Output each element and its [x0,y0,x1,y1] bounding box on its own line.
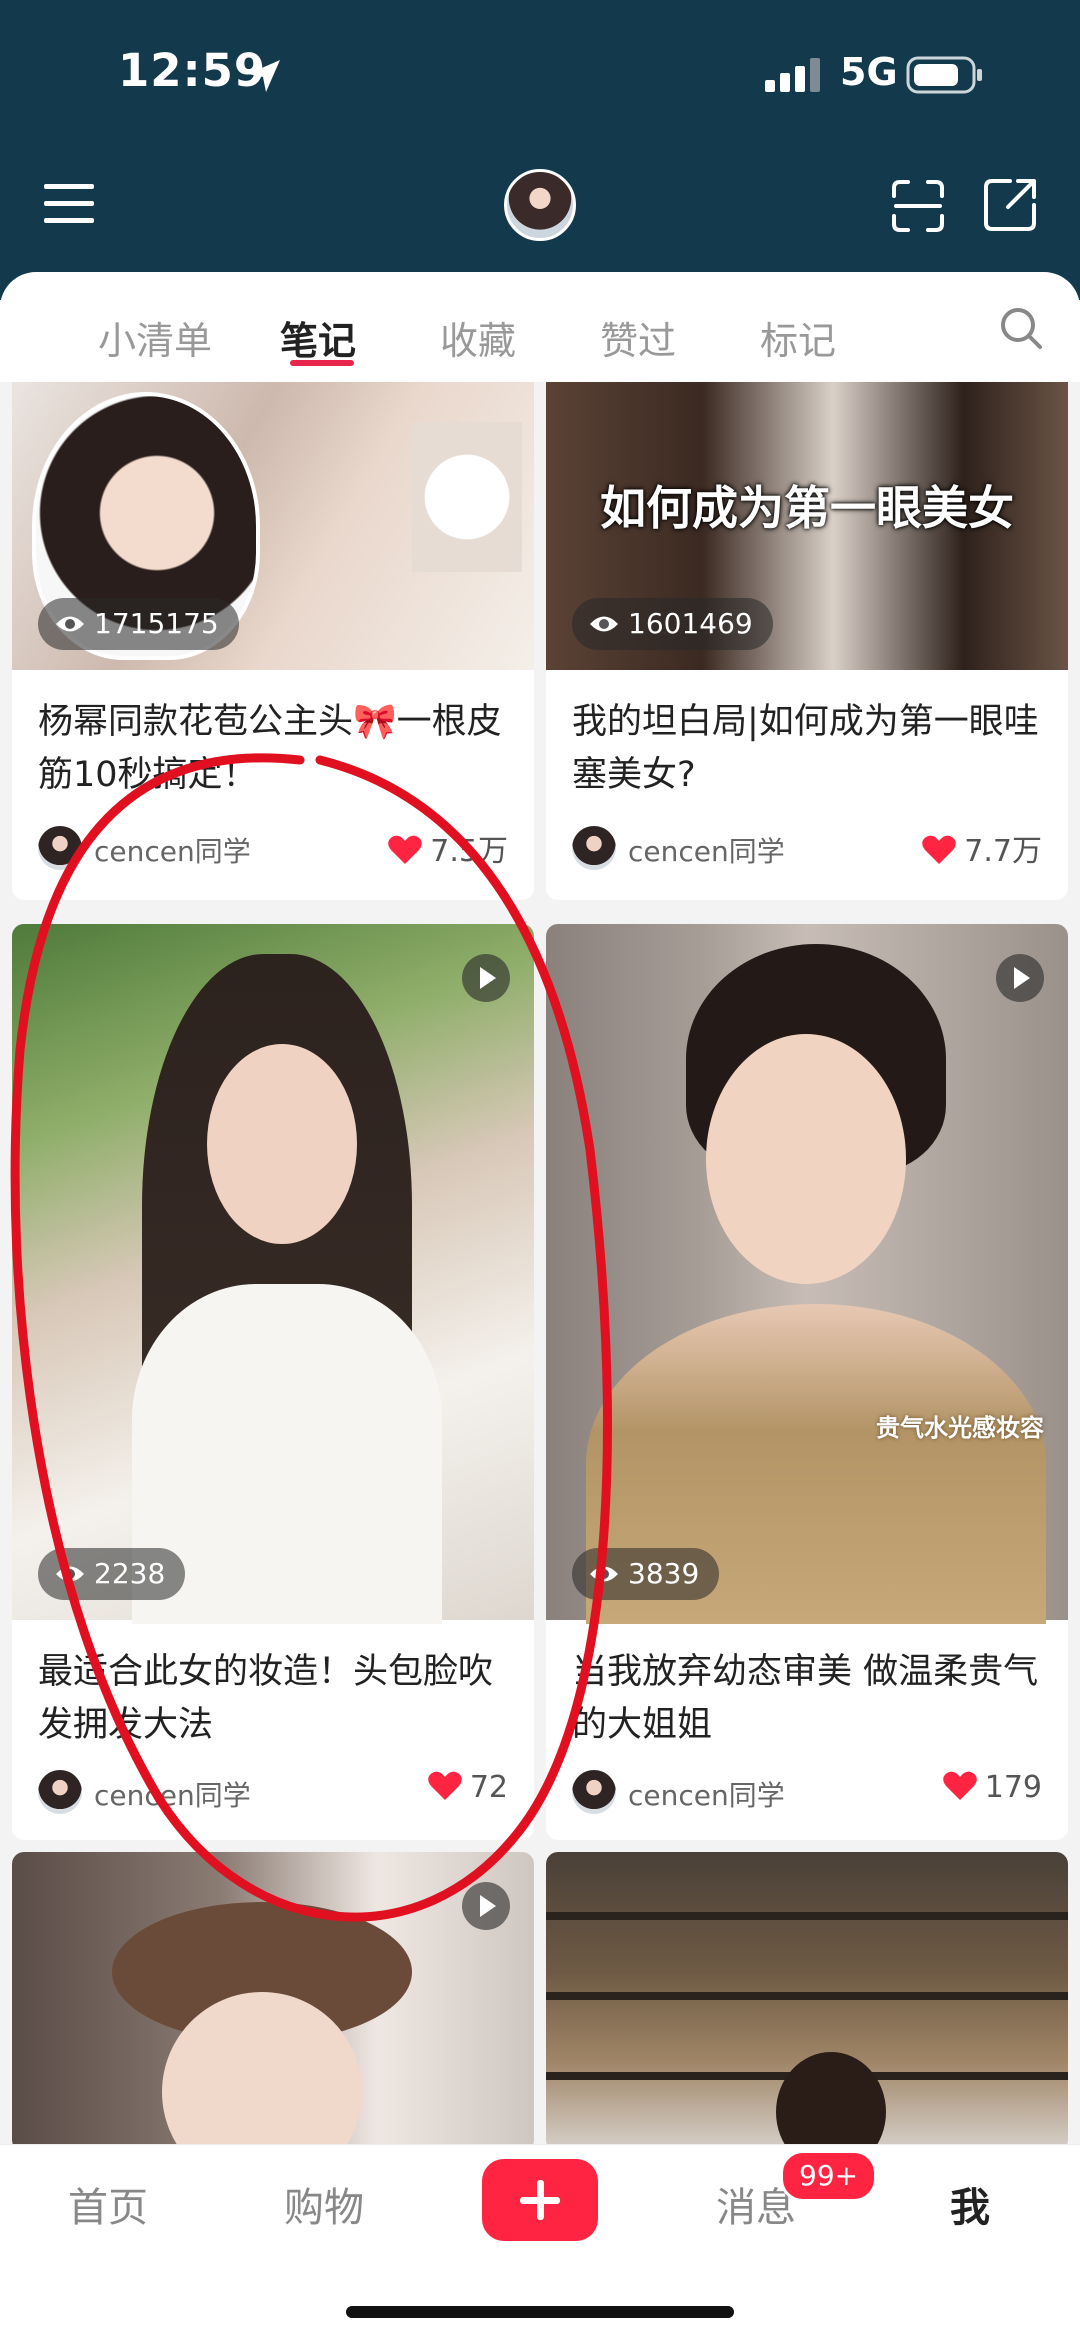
note-card[interactable] [546,1852,1068,2144]
video-play-icon [462,954,510,1002]
eye-icon [56,616,84,632]
view-count-badge: 3839 [572,1548,720,1600]
like-count[interactable]: 179 [942,1770,1042,1814]
note-card[interactable] [12,1852,534,2144]
like-count-value: 7.7万 [964,834,1042,869]
note-title[interactable]: 当我放弃幼态审美 做温柔贵气的大姐姐 [572,1646,1042,1752]
signal-icon [765,58,820,92]
note-cover-image: 贵气水光感妆容 [546,924,1068,1624]
tab-checklist[interactable]: 小清单 [98,310,212,365]
cover-text: 如何成为第一眼美女 [600,481,1014,535]
note-card[interactable]: 如何成为第一眼美女 1601469 我的坦白局|如何成为第一眼哇塞美女? cen… [546,382,1068,900]
note-cover-image [546,1852,1068,2144]
like-count[interactable]: 7.7万 [922,826,1042,870]
tab-notes[interactable]: 笔记 [280,310,356,365]
note-card[interactable]: 1715175 杨幂同款花苞公主头🎀一根皮筋10秒搞定！ cencen同学 7.… [12,382,534,900]
author-name: cencen同学 [628,835,785,868]
heart-icon [388,835,423,864]
view-count-badge: 1715175 [38,598,239,650]
home-indicator[interactable] [346,2306,734,2318]
view-count: 2238 [94,1557,166,1590]
scan-icon[interactable] [890,178,946,234]
view-count: 1715175 [94,607,219,640]
like-count-value: 7.5万 [430,834,508,869]
video-play-icon [462,1882,510,1930]
heart-icon [428,1771,462,1800]
eye-icon [590,1566,618,1582]
nav-shopping[interactable]: 购物 [284,2175,364,2233]
messages-badge: 99+ [780,2150,878,2202]
top-header: 12:59 5G [0,0,1080,300]
active-tab-indicator [290,360,354,366]
note-title[interactable]: 杨幂同款花苞公主头🎀一根皮筋10秒搞定！ [38,696,508,802]
tab-collections[interactable]: 收藏 [440,310,516,365]
like-count[interactable]: 7.5万 [388,826,508,870]
author-name: cencen同学 [94,835,251,868]
author-name: cencen同学 [628,1779,785,1812]
profile-avatar[interactable] [504,169,576,241]
author-avatar [572,1770,616,1814]
location-arrow-icon [248,60,280,92]
search-icon[interactable] [998,305,1044,351]
heart-icon [922,835,957,864]
view-count-badge: 1601469 [572,598,773,650]
like-count-value: 179 [984,1770,1042,1805]
menu-icon[interactable] [40,178,100,230]
share-icon[interactable] [980,175,1040,235]
heart-icon [942,1771,977,1800]
video-play-icon [996,954,1044,1002]
eye-icon [590,616,618,632]
profile-tabs: 小清单 笔记 收藏 赞过 标记 [0,272,1080,382]
nav-me[interactable]: 我 [950,2175,990,2233]
note-title[interactable]: 我的坦白局|如何成为第一眼哇塞美女? [572,696,1042,802]
note-card[interactable]: 贵气水光感妆容 3839 当我放弃幼态审美 做温柔贵气的大姐姐 cencen同学… [546,924,1068,1840]
view-count: 3839 [628,1557,700,1590]
author-name: cencen同学 [94,1779,251,1812]
note-cover-image [12,1852,534,2144]
tab-liked[interactable]: 赞过 [600,310,676,365]
cover-text: 贵气水光感妆容 [876,1414,1044,1442]
note-cover-image [12,924,534,1624]
author-avatar [38,1770,82,1814]
author-avatar [572,826,616,870]
nav-home[interactable]: 首页 [68,2175,148,2233]
author-avatar [38,826,82,870]
view-count: 1601469 [628,607,753,640]
like-count-value: 72 [469,1770,508,1805]
network-label: 5G [840,50,898,94]
note-title[interactable]: 最适合此女的妆造！头包脸吹发拥发大法 [38,1646,508,1752]
eye-icon [56,1566,84,1582]
like-count[interactable]: 72 [428,1770,508,1814]
note-card[interactable]: 2238 最适合此女的妆造！头包脸吹发拥发大法 cencen同学 72 [12,924,534,1840]
notes-feed: 1715175 杨幂同款花苞公主头🎀一根皮筋10秒搞定！ cencen同学 7.… [0,382,1080,2144]
create-post-button[interactable] [482,2159,598,2241]
view-count-badge: 2238 [38,1548,186,1600]
tab-marked[interactable]: 标记 [760,310,836,365]
battery-icon [906,56,982,94]
